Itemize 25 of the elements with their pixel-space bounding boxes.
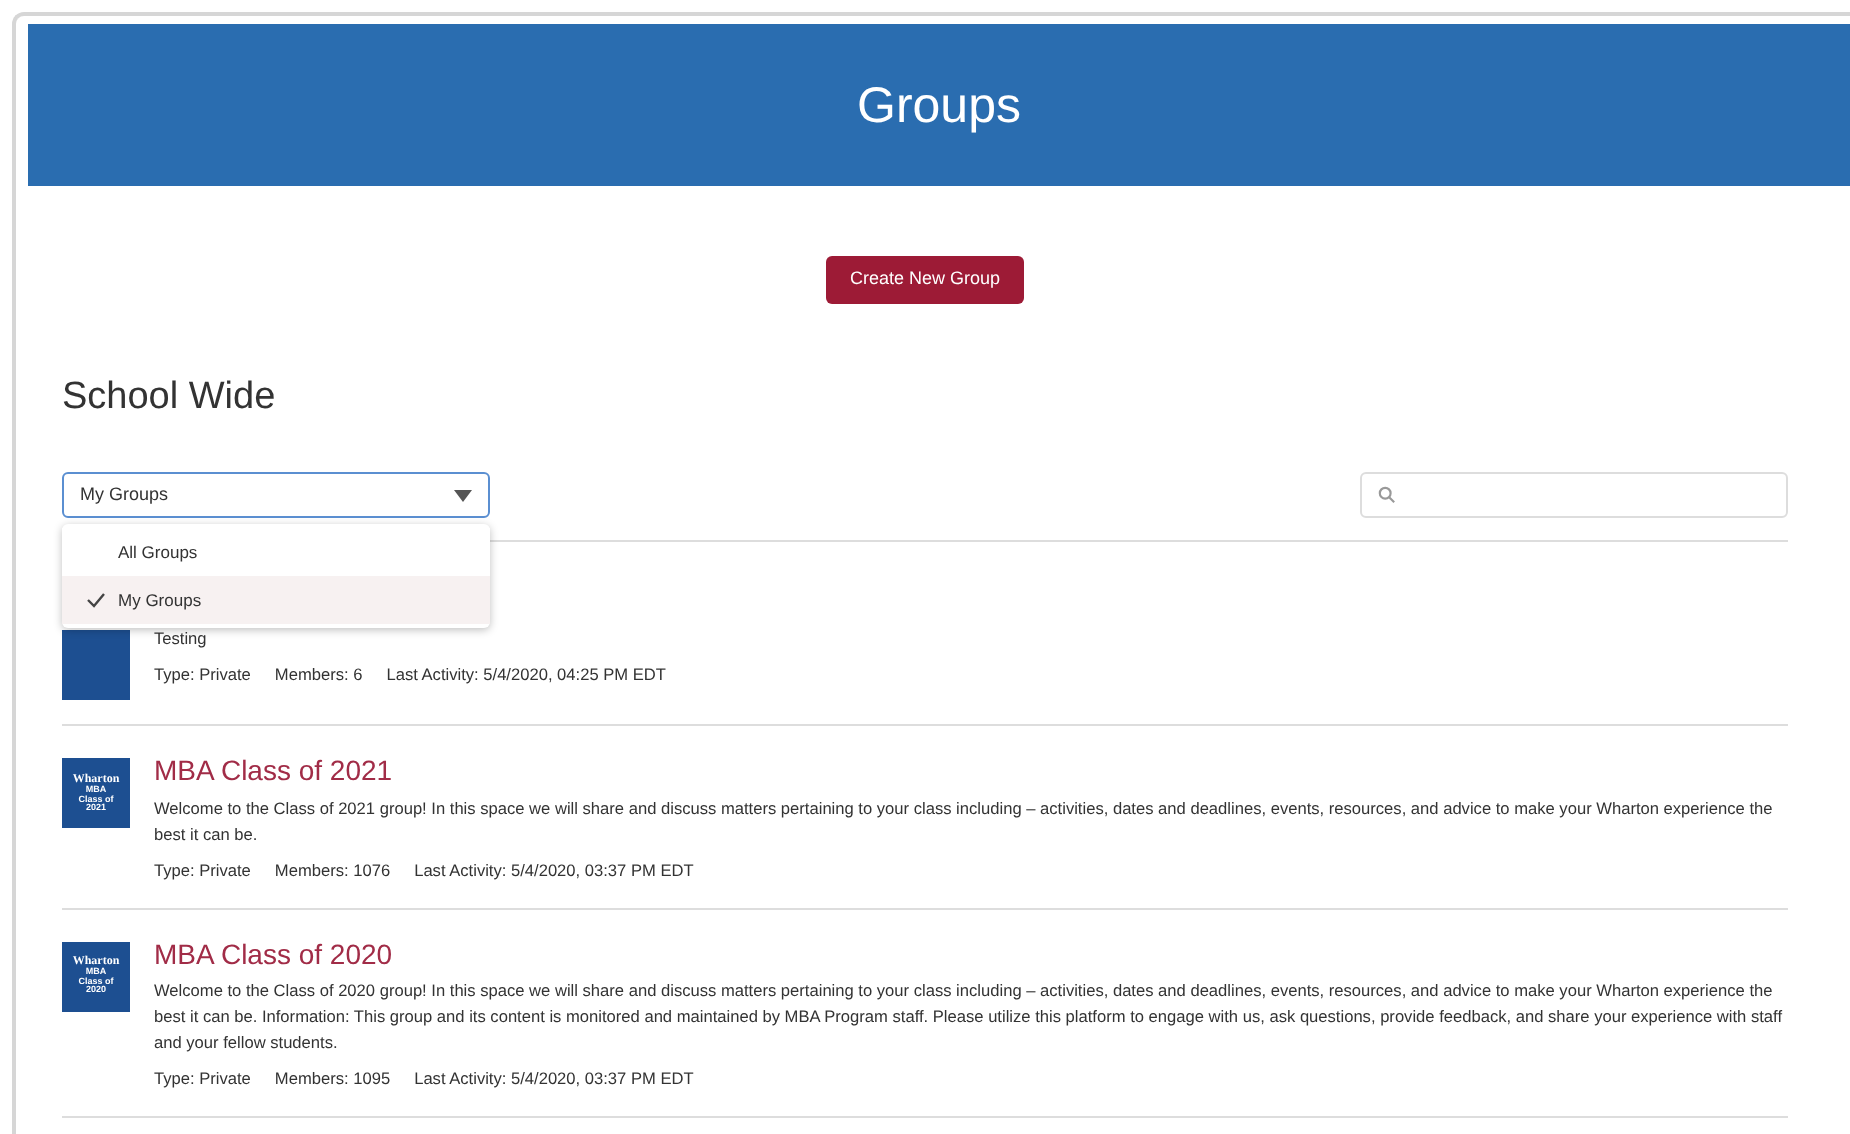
filter-dropdown[interactable]: My Groups [62,472,490,519]
members: Members: 1076 [274,858,391,884]
group-name[interactable]: MBA Class of 2020 [154,937,1788,971]
page-title: Groups [857,75,1021,135]
type: Type: Private [154,662,251,688]
group-description: Welcome to the Class of 2021 group! In this space we will share and discuss matters pertaining to your class including – activities, dates and deadlines, events, resources, and advice to make your Wharton experience the best it can be. [154,796,1775,849]
search-icon [1378,486,1396,505]
group-logo [62,630,130,701]
type: Type: Private [154,858,251,884]
members: Members: 6 [274,662,363,688]
type: Type: Private [154,1066,251,1092]
section-title: School Wide [62,375,278,421]
caret-icon [454,489,472,502]
group-description: Testing [154,626,209,653]
last-activity: Last Activity: 5/4/2020, 03:37 PM EDT [414,858,694,884]
group-description: Welcome to the Class of 2020 group! In this space we will share and discuss matters pertaining to your class including – activities, dates and deadlines, events, resources, and advice to make your Wharton experience the best it can be. Information: This group and its content is monitored and maintained by MBA Program staff. Please utilize this platform to engage with us, ask questions, provide feedback, and share your experience with staff and your fellow students. [154,978,1785,1057]
last-activity: Last Activity: 5/4/2020, 04:25 PM EDT [386,662,666,688]
search-field[interactable] [1360,472,1788,519]
dropdown-option[interactable]: My Groups [62,576,490,625]
last-activity: Last Activity: 5/4/2020, 03:37 PM EDT [414,1066,694,1092]
checkmark-icon [86,592,106,609]
group-name[interactable]: MBA Class of 2021 [154,754,1788,789]
dropdown-option[interactable]: All Groups [62,528,490,577]
create-group-button[interactable]: Create New Group [825,256,1025,303]
members: Members: 1095 [274,1066,391,1092]
